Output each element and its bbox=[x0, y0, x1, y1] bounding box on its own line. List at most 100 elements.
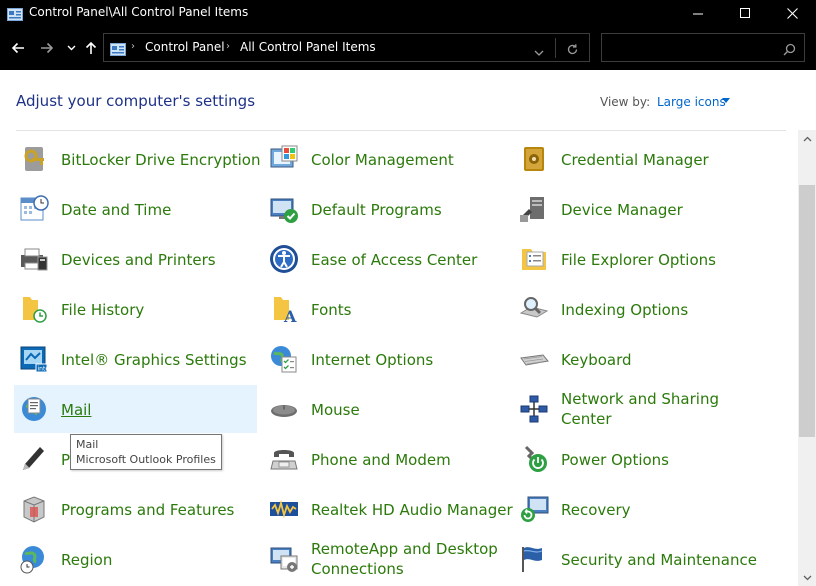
item-label: Color Management bbox=[311, 151, 454, 169]
content-pane: Adjust your computer's settings View by:… bbox=[0, 70, 798, 586]
item-label: Device Manager bbox=[561, 201, 683, 219]
item-mouse[interactable]: Mouse bbox=[264, 385, 509, 433]
back-button[interactable] bbox=[9, 38, 27, 58]
default-programs-icon bbox=[268, 193, 300, 225]
item-recovery[interactable]: Recovery bbox=[514, 485, 759, 533]
intel-graphics-icon: intel bbox=[18, 343, 51, 375]
breadcrumb-control-panel[interactable]: Control Panel bbox=[145, 40, 225, 54]
search-box[interactable] bbox=[601, 33, 805, 62]
page-title: Adjust your computer's settings bbox=[16, 92, 256, 110]
device-manager-icon bbox=[518, 193, 550, 225]
item-credential-manager[interactable]: Credential Manager bbox=[514, 135, 759, 183]
item-label: Power Options bbox=[561, 451, 669, 469]
search-input[interactable] bbox=[602, 34, 772, 61]
item-label: Credential Manager bbox=[561, 151, 709, 169]
item-indexing-options[interactable]: Indexing Options bbox=[514, 285, 759, 333]
item-power-options[interactable]: Power Options bbox=[514, 435, 759, 483]
item-intel-graphics[interactable]: intel Intel® Graphics Settings bbox=[14, 335, 259, 383]
folder-options-icon bbox=[518, 243, 550, 275]
audio-manager-icon bbox=[268, 493, 300, 525]
title-bar: Control Panel\All Control Panel Items bbox=[0, 0, 816, 26]
chevron-down-icon bbox=[534, 50, 544, 56]
item-label: Security and Maintenance bbox=[561, 551, 757, 569]
address-dropdown-button[interactable] bbox=[534, 42, 544, 61]
pen-icon bbox=[18, 443, 50, 475]
control-panel-small-icon bbox=[110, 41, 126, 60]
item-label: File Explorer Options bbox=[561, 251, 716, 269]
control-panel-icon bbox=[7, 6, 23, 21]
item-label: Keyboard bbox=[561, 351, 632, 369]
maximize-button[interactable] bbox=[722, 0, 768, 26]
network-icon bbox=[518, 393, 550, 425]
recent-locations-button[interactable] bbox=[64, 38, 78, 58]
breadcrumb-separator: › bbox=[131, 41, 135, 52]
item-security-maintenance[interactable]: Security and Maintenance bbox=[514, 535, 759, 583]
search-icon[interactable] bbox=[783, 41, 796, 60]
indexing-icon bbox=[518, 293, 550, 325]
minimize-icon bbox=[692, 13, 703, 14]
forward-button[interactable] bbox=[38, 38, 56, 58]
item-label: RemoteApp and Desktop Connections bbox=[311, 540, 498, 578]
item-label: Mouse bbox=[311, 401, 360, 419]
item-date-time[interactable]: Date and Time bbox=[14, 185, 259, 233]
vertical-scrollbar[interactable] bbox=[798, 130, 816, 586]
minimize-button[interactable] bbox=[675, 0, 721, 26]
item-network-sharing[interactable]: Network and Sharing Center bbox=[514, 385, 759, 433]
scroll-thumb[interactable] bbox=[799, 185, 815, 437]
address-bar[interactable]: › Control Panel › All Control Panel Item… bbox=[103, 33, 590, 62]
item-fonts[interactable]: A Fonts bbox=[264, 285, 509, 333]
view-by-dropdown[interactable]: Large icons bbox=[657, 95, 726, 109]
item-region[interactable]: Region bbox=[14, 535, 259, 583]
header-divider bbox=[16, 130, 786, 131]
phone-modem-icon bbox=[268, 443, 300, 475]
item-devices-printers[interactable]: Devices and Printers bbox=[14, 235, 259, 283]
item-internet-options[interactable]: Internet Options bbox=[264, 335, 509, 383]
item-phone-modem[interactable]: Phone and Modem bbox=[264, 435, 509, 483]
item-default-programs[interactable]: Default Programs bbox=[264, 185, 509, 233]
breadcrumb-all-items[interactable]: All Control Panel Items bbox=[240, 40, 376, 54]
item-file-history[interactable]: File History bbox=[14, 285, 259, 333]
item-label: Internet Options bbox=[311, 351, 434, 369]
bitlocker-icon bbox=[18, 143, 50, 175]
refresh-icon bbox=[567, 44, 578, 55]
programs-features-icon bbox=[18, 493, 50, 525]
svg-text:A: A bbox=[283, 307, 297, 325]
scroll-up-button[interactable] bbox=[798, 130, 816, 147]
close-button[interactable] bbox=[769, 0, 815, 26]
item-color-management[interactable]: Color Management bbox=[264, 135, 509, 183]
refresh-button[interactable] bbox=[566, 41, 579, 60]
item-label: Indexing Options bbox=[561, 301, 689, 319]
item-ease-of-access[interactable]: Ease of Access Center bbox=[264, 235, 509, 283]
breadcrumb-separator: › bbox=[226, 41, 230, 52]
scroll-down-button[interactable] bbox=[798, 569, 816, 586]
item-label: Intel® Graphics Settings bbox=[61, 351, 247, 369]
power-options-icon bbox=[518, 443, 550, 475]
address-divider bbox=[555, 38, 556, 58]
caret-down-icon[interactable] bbox=[722, 98, 730, 103]
printer-icon bbox=[18, 243, 50, 275]
chevron-down-icon bbox=[67, 45, 75, 51]
item-label: Region bbox=[61, 551, 113, 569]
file-history-icon bbox=[18, 293, 50, 325]
color-management-icon bbox=[268, 143, 300, 175]
item-label: Realtek HD Audio Manager bbox=[311, 501, 513, 519]
keyboard-icon bbox=[518, 343, 550, 375]
item-label: Network and Sharing Center bbox=[561, 390, 719, 428]
flag-icon bbox=[518, 543, 550, 575]
item-remoteapp[interactable]: RemoteApp and Desktop Connections bbox=[264, 535, 509, 583]
mouse-icon bbox=[268, 393, 300, 425]
navigation-bar: › Control Panel › All Control Panel Item… bbox=[0, 26, 816, 70]
item-realtek-audio[interactable]: Realtek HD Audio Manager bbox=[264, 485, 513, 533]
up-button[interactable] bbox=[83, 38, 99, 58]
ease-of-access-icon bbox=[268, 243, 300, 275]
item-keyboard[interactable]: Keyboard bbox=[514, 335, 759, 383]
item-mail[interactable]: Mail bbox=[14, 385, 257, 433]
item-label: Ease of Access Center bbox=[311, 251, 478, 269]
calendar-clock-icon bbox=[18, 193, 50, 225]
item-file-explorer-options[interactable]: File Explorer Options bbox=[514, 235, 759, 283]
item-device-manager[interactable]: Device Manager bbox=[514, 185, 759, 233]
item-bitlocker[interactable]: BitLocker Drive Encryption bbox=[14, 135, 260, 183]
item-programs-features[interactable]: Programs and Features bbox=[14, 485, 259, 533]
arrow-up-icon bbox=[85, 41, 97, 54]
item-label: Date and Time bbox=[61, 201, 172, 219]
